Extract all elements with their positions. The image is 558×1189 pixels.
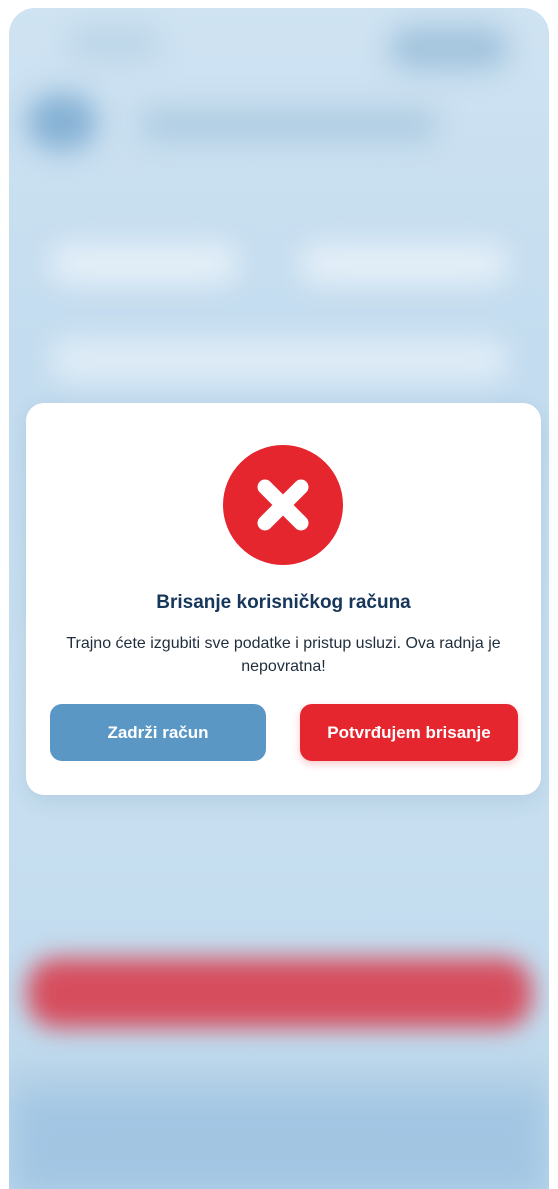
blurred-field-left [49, 244, 239, 284]
dialog-title: Brisanje korisničkog računa [156, 592, 411, 613]
dialog-message: Trajno ćete izgubiti sve podatke i prist… [66, 635, 501, 675]
blurred-field-wide [49, 338, 509, 382]
blurred-header-button [389, 26, 509, 70]
confirm-delete-button[interactable]: Potvrđujem brisanje [300, 704, 518, 761]
blurred-delete-account-button [27, 958, 532, 1028]
blurred-bottom-navigation [9, 1088, 549, 1189]
blurred-user-name [139, 108, 439, 142]
blurred-avatar [27, 94, 97, 150]
delete-account-dialog: Brisanje korisničkog računa Trajno ćete … [26, 403, 541, 795]
blurred-field-right [299, 244, 509, 284]
blurred-header-title [69, 28, 159, 58]
close-circle-icon [223, 445, 343, 565]
keep-account-button[interactable]: Zadrži račun [50, 704, 266, 761]
